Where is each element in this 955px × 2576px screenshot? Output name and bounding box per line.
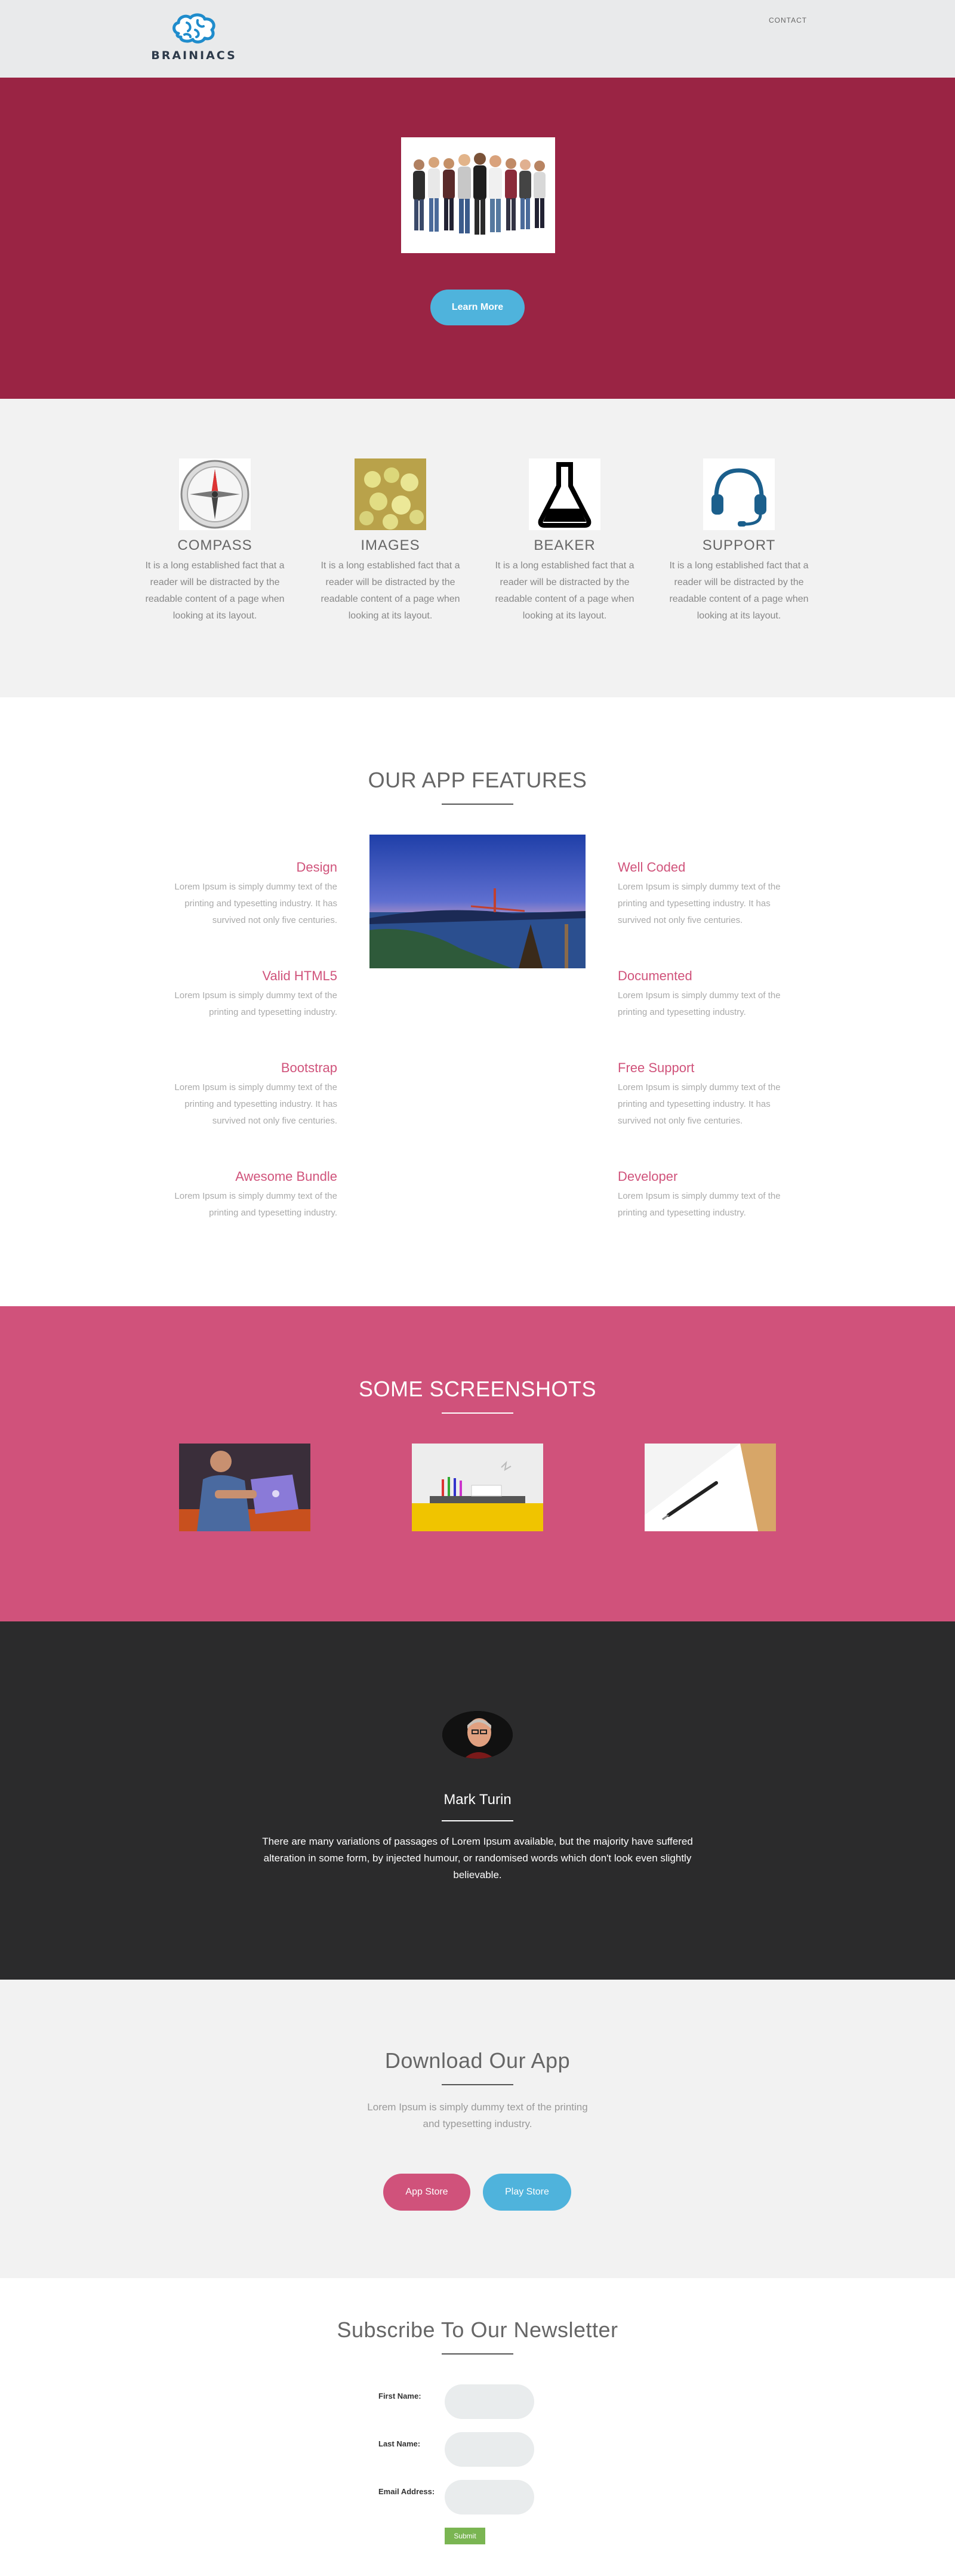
app-store-button[interactable]: App Store <box>383 2174 470 2211</box>
feature-desc: Lorem Ipsum is simply dummy text of the … <box>174 990 337 1017</box>
testimonial-quote: There are many variations of passages of… <box>262 1836 693 1881</box>
service-item-support: SUPPORT It is a long established fact th… <box>661 458 817 624</box>
download-description: Lorem Ipsum is simply dummy text of the … <box>367 2101 588 2129</box>
screenshots-title: SOME SCREENSHOTS <box>358 1377 597 1401</box>
service-item-beaker: BEAKER It is a long established fact tha… <box>487 458 642 624</box>
nav-contact-link[interactable]: CONTACT <box>769 16 807 24</box>
first-name-label: First Name: <box>378 2392 421 2400</box>
feature-bootstrap: Bootstrap Lorem Ipsum is simply dummy te… <box>158 1060 337 1129</box>
screenshots-title-underline <box>442 1412 513 1414</box>
newsletter-title: Subscribe To Our Newsletter <box>337 2318 618 2342</box>
download-title: Download Our App <box>384 2048 571 2073</box>
feature-awesome-bundle: Awesome Bundle Lorem Ipsum is simply dum… <box>158 1169 337 1221</box>
feature-desc: Lorem Ipsum is simply dummy text of the … <box>174 1191 337 1218</box>
testimonial-author: Mark Turin <box>443 1792 512 1808</box>
features-section: OUR APP FEATURES Design Lorem Ipsum is s… <box>0 697 955 1306</box>
feature-name: Well Coded <box>618 860 686 875</box>
service-desc: It is a long established fact that a rea… <box>495 561 634 621</box>
service-title: IMAGES <box>361 537 420 553</box>
service-title: COMPASS <box>177 537 252 553</box>
feature-name: Design <box>296 860 337 875</box>
site-header: BRAINIACS CONTACT <box>0 0 955 78</box>
feature-name: Documented <box>618 968 692 983</box>
features-title: OUR APP FEATURES <box>368 768 587 792</box>
submit-button[interactable]: Submit <box>445 2528 485 2544</box>
newsletter-title-underline <box>442 2353 513 2355</box>
testimonial-divider <box>442 1820 513 1821</box>
features-title-underline <box>442 804 513 805</box>
brand-logo[interactable]: BRAINIACS <box>149 13 239 67</box>
beaker-icon <box>529 458 600 530</box>
first-name-field[interactable] <box>445 2384 534 2419</box>
avatar <box>442 1711 513 1759</box>
feature-name: Valid HTML5 <box>262 968 337 983</box>
services-section: COMPASS It is a long established fact th… <box>0 399 955 697</box>
feature-design: Design Lorem Ipsum is simply dummy text … <box>158 860 337 929</box>
service-desc: It is a long established fact that a rea… <box>321 561 460 621</box>
service-title: BEAKER <box>534 537 596 553</box>
feature-well-coded: Well Coded Lorem Ipsum is simply dummy t… <box>618 860 797 929</box>
hero-section: Learn More <box>0 78 955 399</box>
feature-desc: Lorem Ipsum is simply dummy text of the … <box>174 882 337 925</box>
feature-desc: Lorem Ipsum is simply dummy text of the … <box>174 1082 337 1126</box>
last-name-label: Last Name: <box>378 2439 421 2448</box>
newsletter-section: Subscribe To Our Newsletter First Name: … <box>0 2278 955 2576</box>
hero-team-photo <box>401 137 555 253</box>
screenshot-pen-paper[interactable] <box>645 1444 776 1531</box>
brand-name: BRAINIACS <box>151 49 237 62</box>
feature-name: Awesome Bundle <box>235 1169 337 1184</box>
feature-developer: Developer Lorem Ipsum is simply dummy te… <box>618 1169 797 1221</box>
download-title-underline <box>442 2084 513 2085</box>
service-desc: It is a long established fact that a rea… <box>669 561 809 621</box>
headset-icon <box>703 458 775 530</box>
feature-desc: Lorem Ipsum is simply dummy text of the … <box>618 990 781 1017</box>
feature-name: Developer <box>618 1169 678 1184</box>
testimonial-section: Mark Turin There are many variations of … <box>0 1621 955 1980</box>
feature-valid-html5: Valid HTML5 Lorem Ipsum is simply dummy … <box>158 968 337 1021</box>
screenshot-laptop-user[interactable] <box>179 1444 310 1531</box>
images-icon <box>355 458 426 530</box>
feature-free-support: Free Support Lorem Ipsum is simply dummy… <box>618 1060 797 1129</box>
email-label: Email Address: <box>378 2487 435 2496</box>
compass-icon <box>179 458 251 530</box>
learn-more-button[interactable]: Learn More <box>430 290 525 325</box>
play-store-button[interactable]: Play Store <box>483 2174 571 2211</box>
bridge-landscape-image <box>369 835 586 968</box>
service-item-images: IMAGES It is a long established fact tha… <box>313 458 468 624</box>
team-people-image <box>401 137 555 253</box>
brain-icon <box>172 13 215 44</box>
feature-name: Free Support <box>618 1060 695 1075</box>
service-item-compass: COMPASS It is a long established fact th… <box>137 458 292 624</box>
download-section: Download Our App Lorem Ipsum is simply d… <box>0 1980 955 2278</box>
service-title: SUPPORT <box>702 537 776 553</box>
email-field[interactable] <box>445 2480 534 2515</box>
last-name-field[interactable] <box>445 2432 534 2467</box>
screenshot-yellow-desk[interactable] <box>412 1444 543 1531</box>
feature-desc: Lorem Ipsum is simply dummy text of the … <box>618 1082 781 1126</box>
feature-name: Bootstrap <box>281 1060 337 1075</box>
feature-desc: Lorem Ipsum is simply dummy text of the … <box>618 882 781 925</box>
feature-documented: Documented Lorem Ipsum is simply dummy t… <box>618 968 797 1021</box>
screenshots-section: SOME SCREENSHOTS <box>0 1306 955 1621</box>
service-desc: It is a long established fact that a rea… <box>145 561 285 621</box>
feature-desc: Lorem Ipsum is simply dummy text of the … <box>618 1191 781 1218</box>
